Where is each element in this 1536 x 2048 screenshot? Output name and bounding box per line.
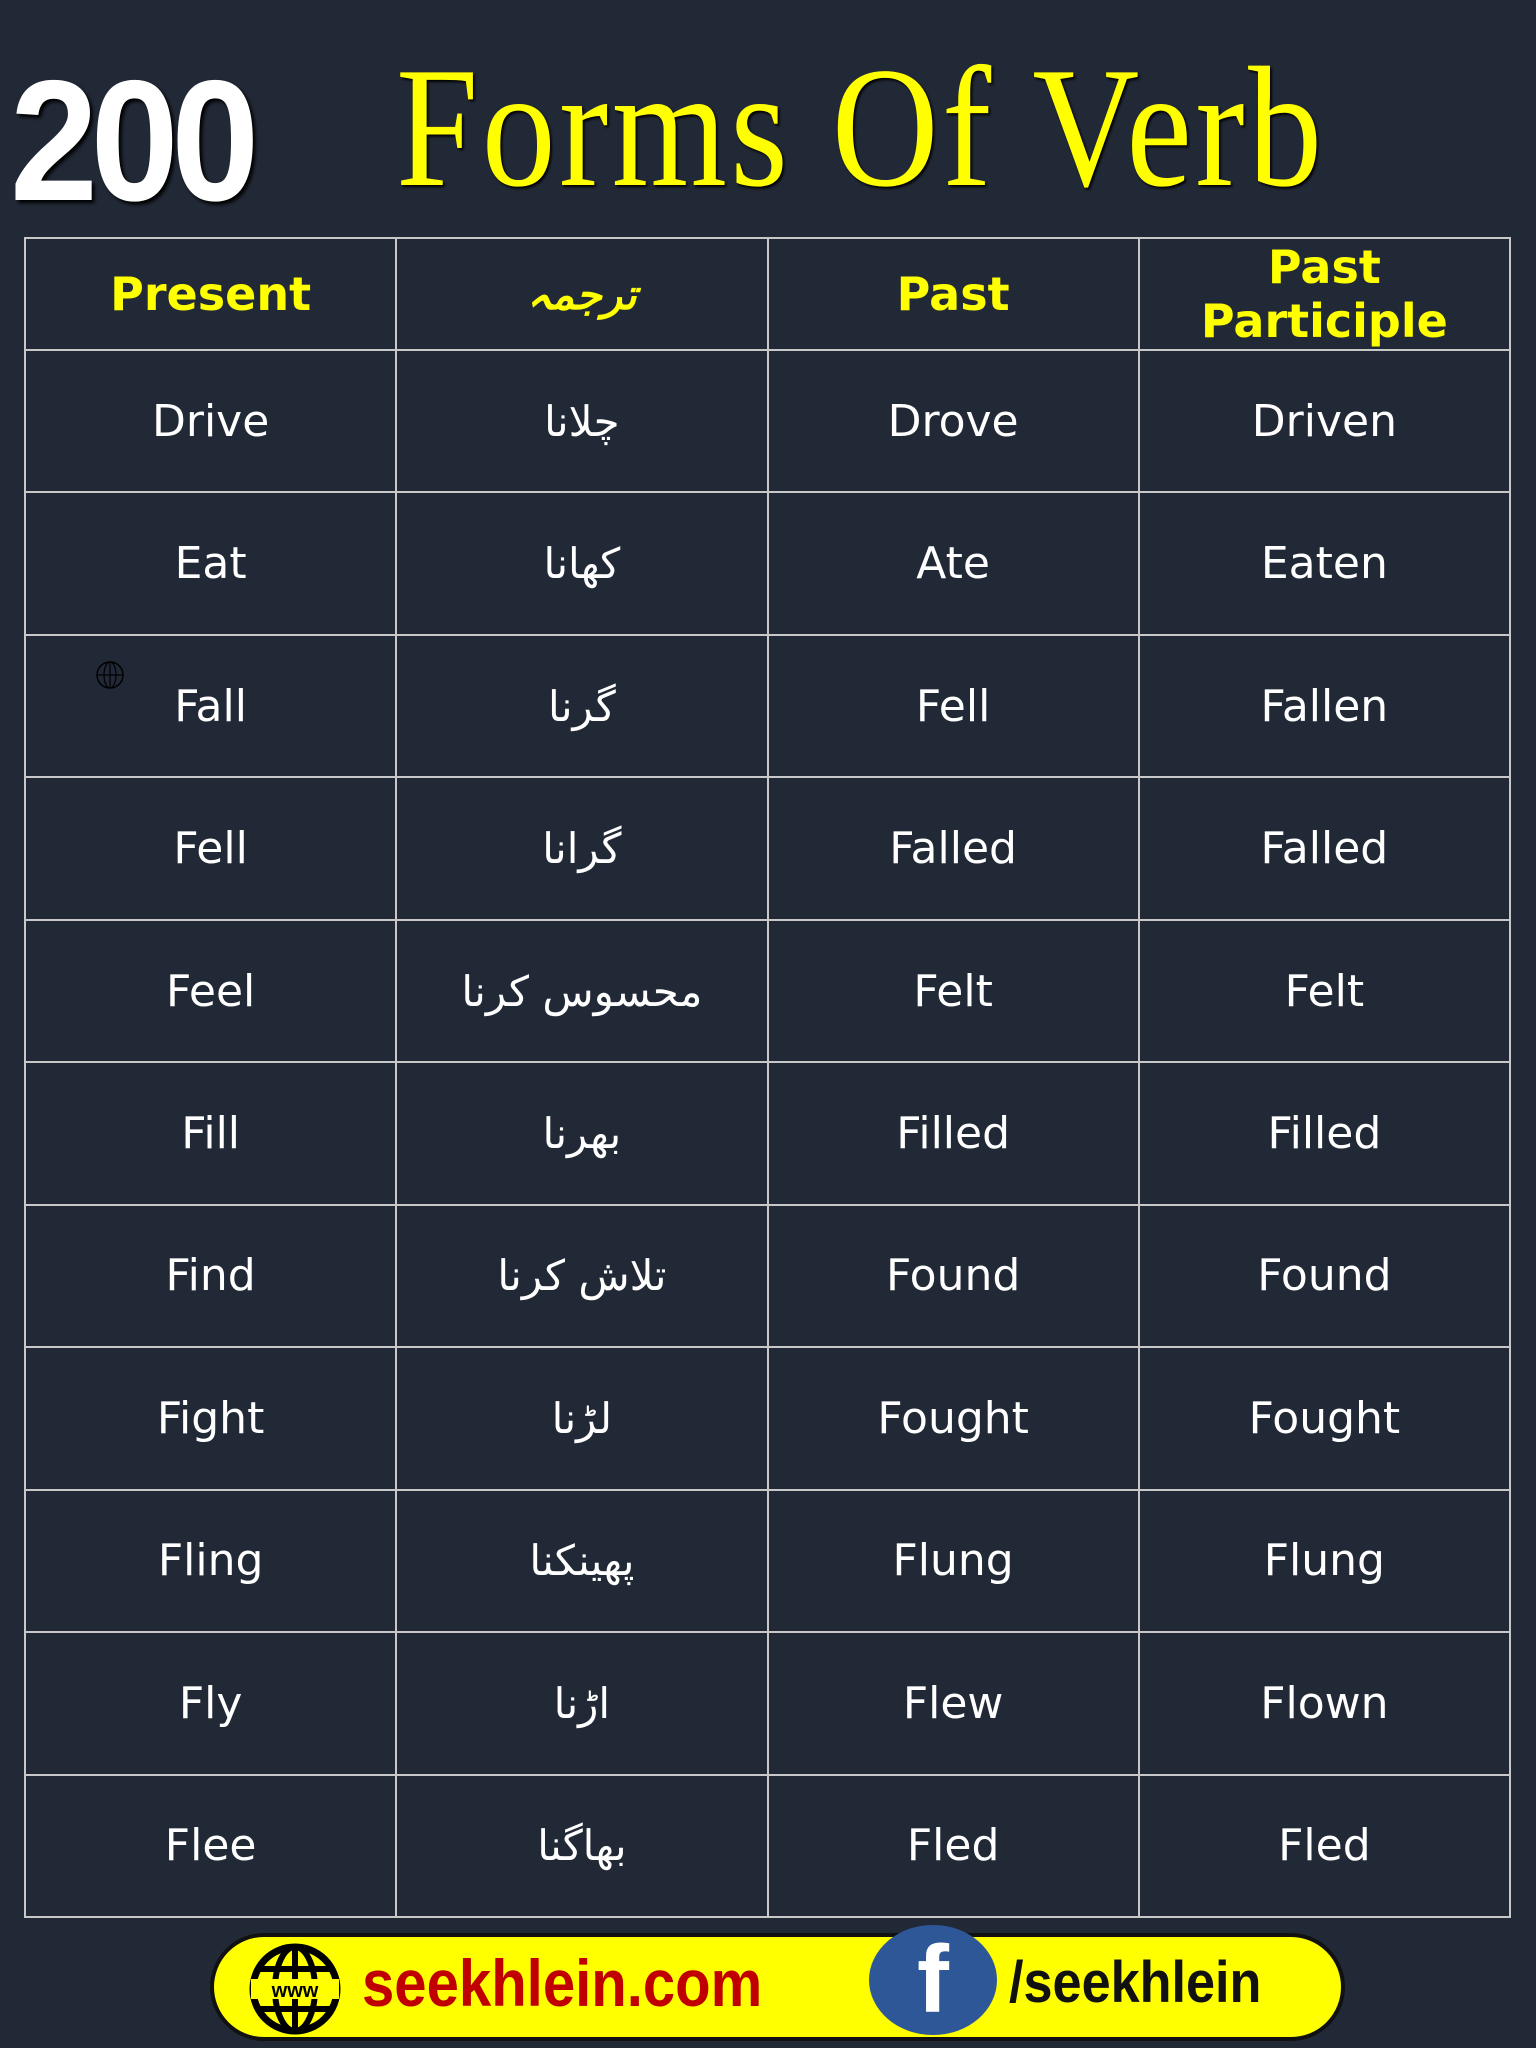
cell-past: Fled [766, 1773, 1140, 1919]
table-row: Fall گرنا Fell Fallen [23, 633, 1512, 779]
facebook-handle[interactable]: /seekhlein [1009, 1949, 1261, 2016]
cell-present: Fill [23, 1061, 398, 1206]
cell-past-participle: Flown [1137, 1631, 1512, 1776]
cell-past: Felt [766, 918, 1140, 1064]
cell-present: Flee [23, 1773, 398, 1919]
cell-translation: تلاش کرنا [395, 1203, 769, 1349]
cell-present: Eat [23, 491, 398, 636]
cell-translation: محسوس کرنا [395, 918, 769, 1064]
cell-translation: کھانا [395, 491, 769, 636]
www-globe-icon: www [249, 1943, 341, 2035]
cell-past-participle: Falled [1137, 776, 1512, 921]
table-row: Drive چلانا Drove Driven [23, 348, 1512, 494]
cell-present: Find [23, 1203, 398, 1349]
cell-translation: بھاگنا [395, 1773, 769, 1919]
cell-past-participle: Eaten [1137, 491, 1512, 636]
cell-translation: بھرنا [395, 1061, 769, 1206]
cell-translation: گرانا [395, 776, 769, 921]
cell-present: Fall [23, 633, 398, 779]
cell-translation: چلانا [395, 348, 769, 494]
table-row: Fly اڑنا Flew Flown [23, 1631, 1512, 1776]
cell-translation: لڑنا [395, 1346, 769, 1491]
cell-past: Fought [766, 1346, 1140, 1491]
website-link[interactable]: seekhlein.com [362, 1945, 762, 2021]
header-past-participle: Past Participle [1137, 237, 1512, 351]
globe-label: www [271, 1980, 319, 2002]
verb-table: Present ترجمہ Past Past Participle Drive… [23, 237, 1512, 1919]
table-row: Fling پھینکنا Flung Flung [23, 1488, 1512, 1634]
table-row: Fill بھرنا Filled Filled [23, 1061, 1512, 1206]
cell-past: Filled [766, 1061, 1140, 1206]
cell-past-participle: Driven [1137, 348, 1512, 494]
cell-translation: پھینکنا [395, 1488, 769, 1634]
cell-translation: اڑنا [395, 1631, 769, 1776]
page-title: 200 Forms Of Verb [0, 30, 1536, 237]
cell-present: Drive [23, 348, 398, 494]
cell-present: Feel [23, 918, 398, 1064]
title-number: 200 [10, 45, 259, 237]
cell-present: Fly [23, 1631, 398, 1776]
table-row: Fight لڑنا Fought Fought [23, 1346, 1512, 1491]
cell-past-participle: Felt [1137, 918, 1512, 1064]
header-translation: ترجمہ [395, 237, 769, 351]
cell-past: Flew [766, 1631, 1140, 1776]
table-row: Fell گرانا Falled Falled [23, 776, 1512, 921]
cell-present: Fight [23, 1346, 398, 1491]
www-globe-icon [96, 661, 124, 689]
cell-past-participle: Fought [1137, 1346, 1512, 1491]
cell-past: Drove [766, 348, 1140, 494]
cell-past: Ate [766, 491, 1140, 636]
footer-banner: www seekhlein.com f /seekhlein [210, 1925, 1345, 2041]
table-row: Find تلاش کرنا Found Found [23, 1203, 1512, 1349]
cell-past: Falled [766, 776, 1140, 921]
title-text: Forms Of Verb [396, 33, 1326, 223]
cell-present: Fling [23, 1488, 398, 1634]
header-present: Present [23, 237, 398, 351]
cell-past-participle: Flung [1137, 1488, 1512, 1634]
facebook-icon[interactable]: f [869, 1925, 997, 2035]
cell-past-participle: Filled [1137, 1061, 1512, 1206]
cell-present: Fell [23, 776, 398, 921]
cell-past-participle: Found [1137, 1203, 1512, 1349]
cell-past-participle: Fled [1137, 1773, 1512, 1919]
table-header-row: Present ترجمہ Past Past Participle [23, 237, 1512, 351]
table-row: Feel محسوس کرنا Felt Felt [23, 918, 1512, 1064]
table-row: Eat کھانا Ate Eaten [23, 491, 1512, 636]
cell-past: Fell [766, 633, 1140, 779]
cell-translation: گرنا [395, 633, 769, 779]
cell-past: Flung [766, 1488, 1140, 1634]
table-row: Flee بھاگنا Fled Fled [23, 1773, 1512, 1919]
cell-past-participle: Fallen [1137, 633, 1512, 779]
header-past: Past [766, 237, 1140, 351]
cell-past: Found [766, 1203, 1140, 1349]
